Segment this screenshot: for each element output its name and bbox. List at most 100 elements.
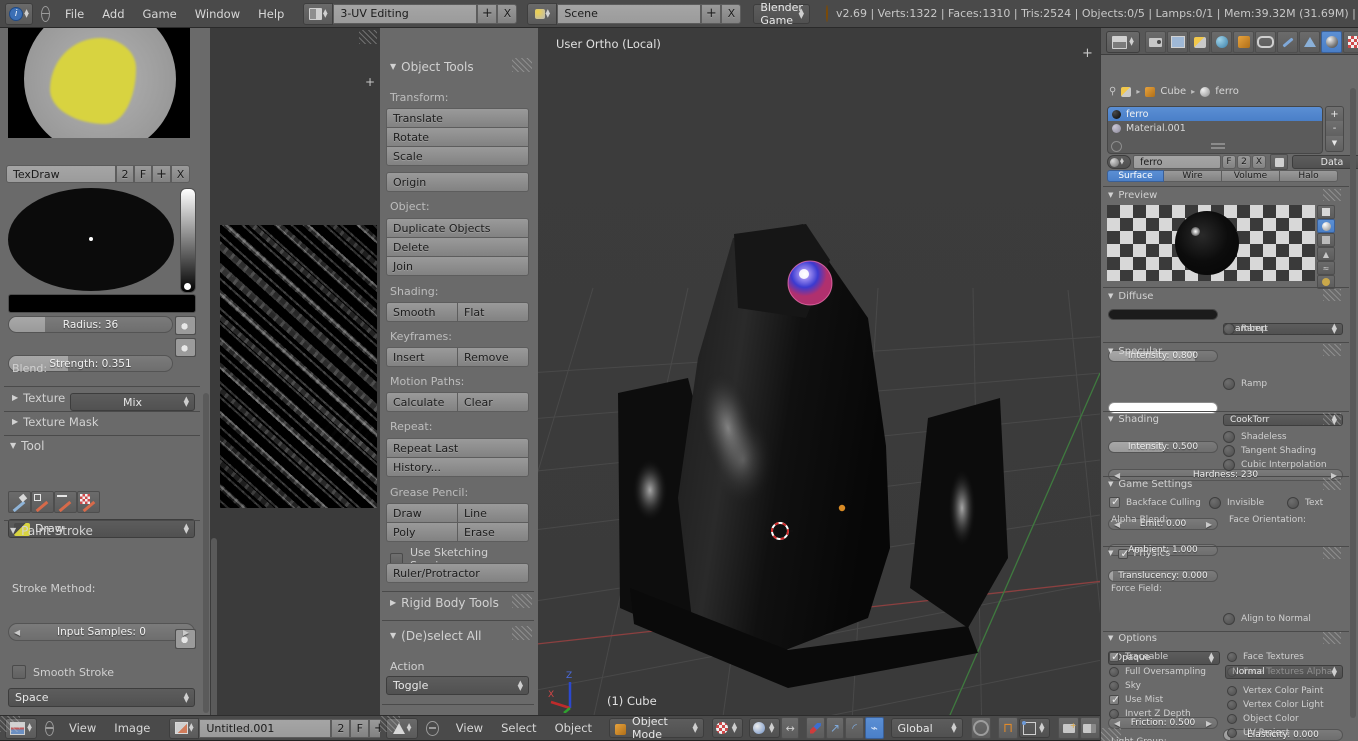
manipulate-center-points-toggle[interactable]: ↔ — [781, 717, 800, 739]
face-textures-toggle[interactable]: Face Textures — [1227, 652, 1304, 662]
chevron-left-icon[interactable]: ◀ — [1114, 471, 1120, 480]
breadcrumb-material[interactable]: ferro — [1215, 86, 1239, 97]
material-slot-ferro[interactable]: ferro — [1108, 107, 1322, 121]
uv-image-editor[interactable]: + — [210, 28, 380, 715]
add-region-plus-icon[interactable]: + — [1082, 47, 1094, 60]
world-tab[interactable] — [1211, 31, 1232, 53]
image-fake-user-button[interactable]: F — [350, 718, 370, 738]
chevron-left-icon[interactable]: ◀ — [14, 628, 20, 637]
brush-datablock-row[interactable]: TexDraw 2 F + X — [6, 165, 190, 183]
calculate-paths-button[interactable]: Calculate — [386, 392, 457, 412]
smooth-stroke-checkbox[interactable] — [12, 665, 26, 679]
vertex-color-paint-checkbox[interactable] — [1227, 686, 1237, 696]
shadeless-checkbox[interactable] — [1223, 431, 1235, 443]
properties-scrollbar[interactable] — [1350, 88, 1356, 718]
uv-menu-image[interactable]: Image — [105, 721, 159, 735]
vertex-color-paint-toggle[interactable]: Vertex Color Paint — [1227, 686, 1323, 696]
object-color-toggle[interactable]: Object Color — [1227, 714, 1299, 724]
tab-surface[interactable]: Surface — [1107, 170, 1164, 182]
collapse-menu-icon[interactable] — [41, 5, 50, 22]
material-type-tabs[interactable]: Surface Wire Volume Halo — [1107, 170, 1338, 182]
screen-layout-selector[interactable]: ▲ ▼ 3-UV Editing + X — [303, 2, 518, 25]
airbrush-icon[interactable] — [8, 491, 31, 513]
viewport-shading-select[interactable]: ▲ ▼ — [711, 718, 744, 738]
image-datablock-row[interactable]: ▲▼ Untitled.001 2 F + — [169, 717, 410, 739]
specular-color-swatch[interactable] — [1108, 402, 1218, 414]
diffuse-ramp-toggle[interactable]: Ramp — [1223, 323, 1267, 335]
rotate-manipulator-icon[interactable]: ↗ — [825, 717, 845, 739]
gpencil-line-button[interactable]: Line — [457, 503, 529, 522]
material-slot-remove-button[interactable]: - — [1325, 121, 1344, 137]
image-name-field[interactable]: Untitled.001 — [199, 718, 332, 738]
action-select[interactable]: Toggle ▲ ▼ — [386, 676, 529, 695]
tangent-shading-checkbox[interactable] — [1223, 445, 1235, 457]
full-oversampling-toggle[interactable]: Full Oversampling — [1109, 667, 1206, 677]
backface-culling-toggle[interactable]: Backface Culling — [1109, 495, 1201, 508]
interaction-mode-select[interactable]: Object Mode ▲ ▼ — [609, 715, 704, 741]
delete-button[interactable]: Delete — [386, 237, 529, 256]
traceable-checkbox[interactable] — [1109, 650, 1120, 663]
material-fake-user-button[interactable]: F — [1222, 155, 1236, 169]
scene-name[interactable]: Scene — [557, 3, 702, 24]
deselect-all-panel-header[interactable]: ▼ (De)select All — [390, 629, 482, 643]
vertex-color-light-checkbox[interactable] — [1227, 700, 1237, 710]
chevron-right-icon[interactable]: ▶ — [183, 628, 189, 637]
material-tab[interactable] — [1321, 31, 1342, 53]
preview-cube-icon[interactable] — [1317, 233, 1335, 247]
add-region-plus-icon[interactable]: + — [364, 76, 376, 88]
add-scene-button[interactable]: + — [701, 3, 722, 24]
specular-ramp-toggle[interactable]: Ramp — [1223, 378, 1267, 390]
rotate-button[interactable]: Rotate — [386, 127, 529, 146]
physics-enabled-checkbox[interactable] — [1118, 547, 1130, 560]
tab-wire[interactable]: Wire — [1164, 170, 1222, 182]
render-tab[interactable] — [1145, 31, 1166, 53]
chevron-left-icon[interactable]: ◀ — [1114, 719, 1120, 728]
snap-element-select[interactable]: ▲ ▼ — [1019, 718, 1051, 738]
gpencil-erase-button[interactable]: Erase — [457, 522, 529, 542]
delete-screen-layout-button[interactable]: X — [497, 3, 518, 24]
uv-editor-scrollbar[interactable] — [211, 538, 217, 715]
chevron-left-icon[interactable]: ◀ — [1114, 520, 1120, 529]
material-name-field[interactable]: ferro — [1133, 155, 1221, 169]
menu-add[interactable]: Add — [93, 7, 133, 21]
object-tools-panel-header[interactable]: ▼ Object Tools — [390, 60, 474, 74]
tool-panel-header[interactable]: ▼ Tool — [10, 439, 44, 453]
preview-sphere-icon[interactable] — [1317, 219, 1335, 233]
traceable-toggle[interactable]: Traceable — [1109, 650, 1168, 663]
invisible-toggle[interactable]: Invisible — [1209, 497, 1264, 509]
backface-culling-checkbox[interactable] — [1109, 495, 1120, 508]
render-opengl-image-icon[interactable]: + — [1058, 717, 1079, 739]
info-editor-selector[interactable]: i ▲ ▼ — [5, 2, 33, 25]
shading-panel-header[interactable]: ▼ Shading — [1108, 414, 1159, 425]
text-checkbox[interactable] — [1287, 497, 1299, 509]
preview-flat-icon[interactable] — [1317, 205, 1335, 219]
stroke-method-select[interactable]: Space ▲ ▼ — [8, 688, 195, 707]
brush-tool-icon-row[interactable] — [8, 491, 100, 513]
remove-keyframe-button[interactable]: Remove — [457, 347, 529, 367]
view3d-menu-select[interactable]: Select — [492, 721, 545, 735]
texture-tab[interactable] — [1343, 31, 1358, 53]
use-mist-checkbox[interactable] — [1109, 693, 1120, 706]
shade-smooth-button[interactable]: Smooth — [386, 302, 457, 322]
menu-help[interactable]: Help — [249, 7, 293, 21]
object-color-checkbox[interactable] — [1227, 714, 1237, 724]
scene-tab[interactable] — [1189, 31, 1210, 53]
object-tab[interactable] — [1233, 31, 1254, 53]
delete-scene-button[interactable]: X — [721, 3, 742, 24]
join-button[interactable]: Join — [386, 256, 529, 276]
diffuse-color-swatch[interactable] — [1108, 309, 1218, 320]
material-browse-button[interactable]: ▲ ▼ — [1107, 155, 1131, 169]
manipulator-toggle[interactable]: ⌁ — [864, 717, 884, 739]
translate-manipulator-icon[interactable] — [806, 717, 825, 739]
material-unlink-button[interactable]: X — [1252, 155, 1266, 169]
render-engine-select[interactable]: Blender Game ▲ ▼ — [753, 1, 810, 27]
brush-unlink-button[interactable]: X — [171, 165, 190, 183]
diffuse-ramp-checkbox[interactable] — [1223, 323, 1235, 335]
diffuse-panel-header[interactable]: ▼ Diffuse — [1108, 291, 1153, 302]
material-preview-render[interactable] — [1107, 205, 1315, 281]
dots-stroke-icon[interactable] — [77, 491, 100, 513]
scale-button[interactable]: Scale — [386, 146, 529, 166]
brush-radius-slider[interactable]: Radius: 36 — [8, 316, 173, 333]
preview-monkey-icon[interactable]: ▲ — [1317, 247, 1335, 261]
insert-keyframe-button[interactable]: Insert — [386, 347, 457, 367]
